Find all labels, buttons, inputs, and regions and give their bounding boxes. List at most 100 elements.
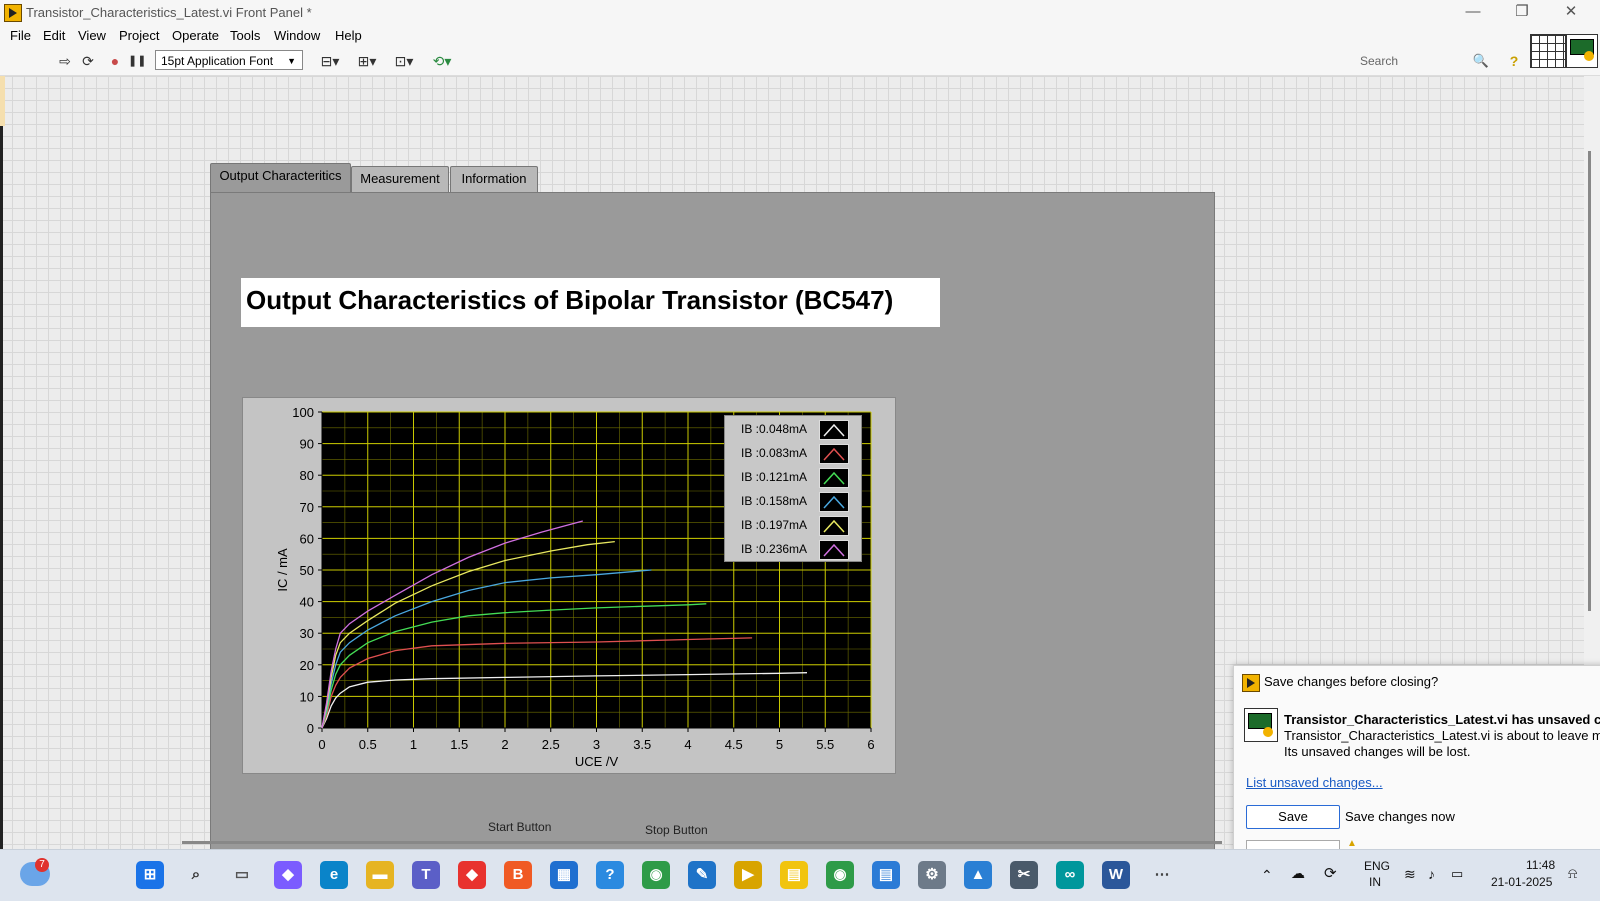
- scrollbar-thumb[interactable]: [182, 841, 1222, 844]
- search-input[interactable]: Search: [1360, 51, 1490, 71]
- window-title: Transistor_Characteristics_Latest.vi Fro…: [26, 5, 312, 20]
- x-tick-label: 3: [593, 737, 600, 752]
- search-icon[interactable]: ⌕: [182, 861, 210, 889]
- help-app-icon[interactable]: ?: [596, 861, 624, 889]
- labview-icon[interactable]: ▶: [734, 861, 762, 889]
- x-axis-label: UCE /V: [575, 754, 619, 769]
- window-title-bar: Transistor_Characteristics_Latest.vi Fro…: [0, 0, 1600, 25]
- x-tick-label: 0: [318, 737, 325, 752]
- save-button[interactable]: Save: [1246, 805, 1340, 829]
- app-red-icon[interactable]: ◆: [458, 861, 486, 889]
- chrome-icon[interactable]: ◉: [642, 861, 670, 889]
- menu-tools[interactable]: Tools: [230, 28, 260, 43]
- pause-icon[interactable]: ❚❚: [128, 52, 146, 70]
- restore-button[interactable]: ❐: [1500, 2, 1544, 22]
- notification-icon[interactable]: ⍾: [1568, 865, 1577, 882]
- task-view-icon[interactable]: ▭: [228, 861, 256, 889]
- teams-icon[interactable]: T: [412, 861, 440, 889]
- font-selector-value: 15pt Application Font: [161, 54, 274, 68]
- more-icon[interactable]: ⋯: [1148, 861, 1176, 889]
- brave-icon[interactable]: B: [504, 861, 532, 889]
- x-tick-label: 3.5: [633, 737, 651, 752]
- distribute-objects-icon[interactable]: ⊞▾: [353, 52, 381, 70]
- chevron-up-icon[interactable]: ⌃: [1261, 867, 1273, 884]
- tab-measurement[interactable]: Measurement: [351, 166, 449, 193]
- copilot-icon[interactable]: ◆: [274, 861, 302, 889]
- legend-item[interactable]: IB :0.197mA: [725, 514, 861, 538]
- arduino-icon[interactable]: ∞: [1056, 861, 1084, 889]
- battery-icon[interactable]: ▭: [1451, 866, 1463, 882]
- tab-output-characteritics[interactable]: Output Characteritics: [210, 163, 351, 195]
- menu-help[interactable]: Help: [335, 28, 362, 43]
- minimize-button[interactable]: —: [1451, 2, 1495, 22]
- menu-project[interactable]: Project: [119, 28, 159, 43]
- legend-item[interactable]: IB :0.121mA: [725, 466, 861, 490]
- save-changes-dialog: Save changes before closing? Transistor_…: [1233, 665, 1600, 851]
- canvas-edge-strip: [0, 76, 5, 126]
- run-continuously-icon[interactable]: ⟳: [79, 52, 97, 70]
- align-objects-icon[interactable]: ⊟▾: [316, 52, 344, 70]
- scrollbar-thumb[interactable]: [1588, 151, 1591, 611]
- file-explorer-icon[interactable]: ▬: [366, 861, 394, 889]
- sync-icon[interactable]: ⟳: [1324, 864, 1337, 882]
- wifi-icon[interactable]: ≋: [1404, 866, 1416, 883]
- language-bottom[interactable]: IN: [1369, 875, 1381, 889]
- menu-window[interactable]: Window: [274, 28, 320, 43]
- chrome-2-icon[interactable]: ◉: [826, 861, 854, 889]
- language-top[interactable]: ENG: [1364, 859, 1390, 873]
- stop-button-label: Stop Button: [645, 823, 708, 837]
- help-icon[interactable]: ?: [1505, 52, 1523, 70]
- vi-icon[interactable]: [1566, 34, 1598, 68]
- legend-item[interactable]: IB :0.048mA: [725, 418, 861, 442]
- menu-file[interactable]: File: [10, 28, 31, 43]
- legend-item[interactable]: IB :0.158mA: [725, 490, 861, 514]
- cloud-icon[interactable]: ☁: [1291, 865, 1305, 882]
- menu-bar: File Edit View Project Operate Tools Win…: [0, 25, 1600, 47]
- close-button[interactable]: ✕: [1549, 2, 1593, 22]
- store-icon[interactable]: ▦: [550, 861, 578, 889]
- connector-pane-icon[interactable]: [1530, 34, 1566, 68]
- panel-title: Output Characteristics of Bipolar Transi…: [246, 285, 894, 315]
- tab-information[interactable]: Information: [450, 166, 538, 193]
- start-icon[interactable]: ⊞: [136, 861, 164, 889]
- canvas-left-border: [0, 126, 3, 849]
- legend-item[interactable]: IB :0.236mA: [725, 538, 861, 562]
- snipping-icon[interactable]: ✂: [1010, 861, 1038, 889]
- notepad-icon[interactable]: ▤: [872, 861, 900, 889]
- clock-date[interactable]: 21-01-2025: [1491, 875, 1552, 889]
- clock-time[interactable]: 11:48: [1526, 858, 1555, 872]
- list-unsaved-changes-link[interactable]: List unsaved changes...: [1246, 775, 1383, 790]
- y-tick-label: 60: [300, 531, 314, 546]
- photos-icon[interactable]: ▲: [964, 861, 992, 889]
- edge-icon[interactable]: e: [320, 861, 348, 889]
- menu-operate[interactable]: Operate: [172, 28, 219, 43]
- legend-label: IB :0.158mA: [741, 494, 808, 508]
- x-tick-label: 1: [410, 737, 417, 752]
- menu-view[interactable]: View: [78, 28, 106, 43]
- reorder-icon[interactable]: ⟲▾: [428, 52, 456, 70]
- abort-icon[interactable]: ●: [106, 52, 124, 70]
- legend-label: IB :0.083mA: [741, 446, 808, 460]
- settings-icon[interactable]: ⚙: [918, 861, 946, 889]
- volume-icon[interactable]: ♪: [1428, 866, 1435, 882]
- word-icon[interactable]: W: [1102, 861, 1130, 889]
- dont-save-button[interactable]: [1246, 840, 1340, 849]
- plot-legend[interactable]: IB :0.048mA IB :0.083mA IB :0.121mA IB :…: [724, 415, 862, 562]
- legend-item[interactable]: IB :0.083mA: [725, 442, 861, 466]
- legend-label: IB :0.121mA: [741, 470, 808, 484]
- legend-swatch: [819, 492, 849, 512]
- legend-label: IB :0.197mA: [741, 518, 808, 532]
- resize-objects-icon[interactable]: ⊡▾: [390, 52, 418, 70]
- app-yellow-icon[interactable]: ✎: [688, 861, 716, 889]
- search-icon[interactable]: 🔍: [1472, 52, 1490, 70]
- x-tick-label: 6: [867, 737, 874, 752]
- y-tick-label: 70: [300, 500, 314, 515]
- y-axis-label: IC / mA: [275, 548, 290, 592]
- menu-edit[interactable]: Edit: [43, 28, 65, 43]
- sticky-notes-icon[interactable]: ▤: [780, 861, 808, 889]
- taskbar: 7 ⊞ ⌕ ▭ ◆ e ▬ T ◆ B ▦? ◉ ✎ ▶ ▤ ◉ ▤ ⚙ ▲ ✂ ∞ W ⋯ ⌃ ☁ ⟳ ENG IN ≋…: [0, 849, 1600, 901]
- font-selector[interactable]: 15pt Application Font ▼: [155, 50, 303, 70]
- panel-title-box: Output Characteristics of Bipolar Transi…: [241, 278, 940, 327]
- horizontal-scrollbar[interactable]: [0, 838, 1230, 848]
- run-arrow-icon[interactable]: ⇨: [56, 52, 74, 70]
